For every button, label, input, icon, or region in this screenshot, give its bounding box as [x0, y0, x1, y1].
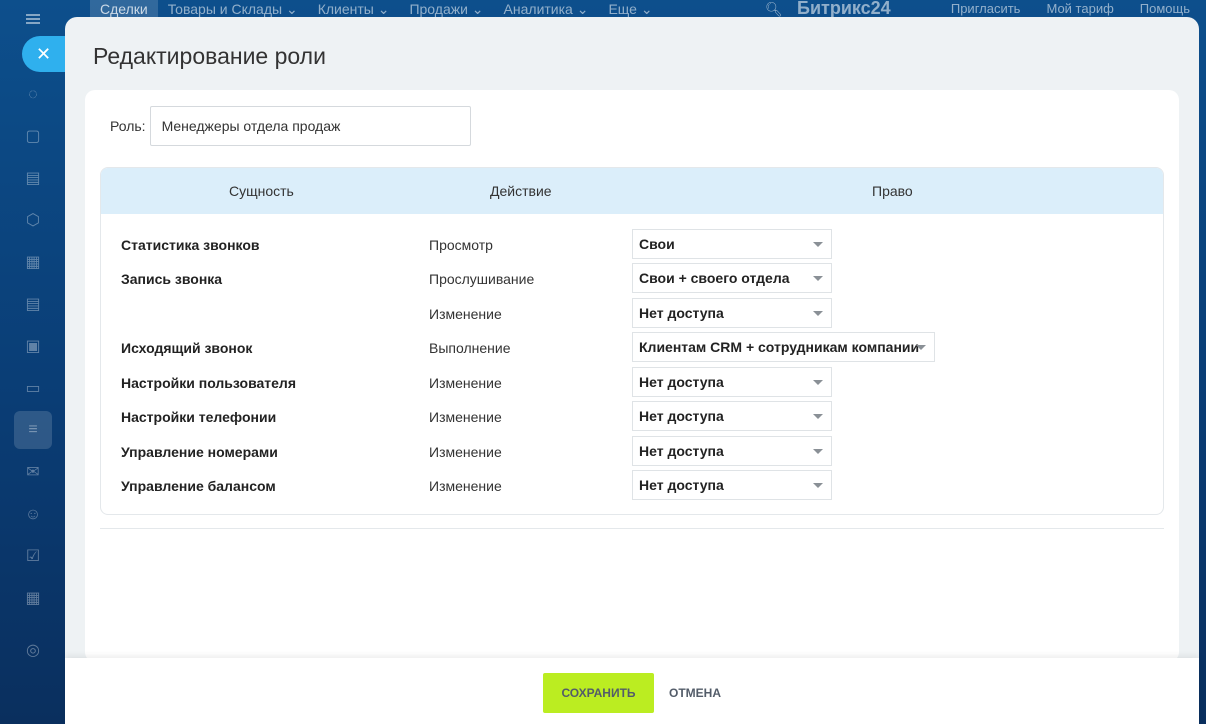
nav-analytics[interactable]: Аналитика ⌄: [494, 0, 599, 18]
right-select[interactable]: Клиентам CRM + сотрудникам компании: [632, 332, 935, 362]
nav-products[interactable]: Товары и Склады ⌄: [158, 0, 308, 18]
entity-cell: Исходящий звонок: [121, 340, 253, 356]
right-select-value: Нет доступа: [639, 477, 724, 493]
role-name-input[interactable]: [149, 106, 471, 146]
chevron-down-icon: [813, 276, 823, 281]
right-select-value: Свои: [639, 236, 675, 252]
nav-deals[interactable]: Сделки: [90, 0, 158, 18]
action-cell: Изменение: [429, 409, 502, 425]
entity-cell: Управление номерами: [121, 444, 278, 460]
role-label: Роль:: [110, 118, 146, 134]
right-select-value: Нет доступа: [639, 408, 724, 424]
right-select[interactable]: Свои + своего отдела: [632, 263, 832, 293]
entity-cell: Настройки пользователя: [121, 375, 296, 391]
chevron-down-icon: [813, 483, 823, 488]
right-select-value: Клиентам CRM + сотрудникам компании: [639, 339, 920, 355]
table-row: Настройки пользователя Изменение Нет дос…: [101, 367, 1163, 401]
invite-link[interactable]: Пригласить: [951, 0, 1021, 18]
page-title: Редактирование роли: [93, 43, 326, 69]
action-cell: Изменение: [429, 478, 502, 494]
mail-icon[interactable]: ✉: [22, 462, 44, 484]
table-row: Настройки телефонии Изменение Нет доступ…: [101, 401, 1163, 435]
table-row: Исходящий звонок Выполнение Клиентам CRM…: [101, 332, 1163, 366]
footer-bar: Сохранить Отмена: [65, 658, 1199, 724]
search-icon[interactable]: 🔍︎: [765, 0, 783, 18]
cancel-button[interactable]: Отмена: [661, 673, 729, 713]
header-action: Действие: [490, 183, 552, 199]
content-card: Роль: Сущность Действие Право Статистика…: [85, 90, 1179, 662]
entity-cell: Управление балансом: [121, 478, 276, 494]
document-icon[interactable]: ▤: [22, 168, 44, 190]
telephony-icon[interactable]: ≡: [14, 411, 52, 449]
chevron-down-icon: [916, 345, 926, 350]
right-select-value: Свои + своего отдела: [639, 270, 790, 286]
store-icon[interactable]: ▭: [22, 378, 44, 400]
tariff-link[interactable]: Мой тариф: [1046, 0, 1113, 18]
right-select[interactable]: Нет доступа: [632, 470, 832, 500]
top-bar: Сделки Товары и Склады ⌄ Клиенты ⌄ Прода…: [0, 0, 1206, 18]
entity-cell: Настройки телефонии: [121, 409, 277, 425]
entity-cell: Запись звонка: [121, 271, 223, 287]
crm-icon[interactable]: ⬡: [22, 210, 44, 232]
chevron-down-icon: [813, 449, 823, 454]
table-row: Статистика звонков Просмотр Свои: [101, 229, 1163, 263]
header-entity: Сущность: [229, 183, 294, 199]
brand-logo: Битрикс24: [797, 0, 891, 18]
nav-clients[interactable]: Клиенты ⌄: [308, 0, 400, 18]
chevron-down-icon: [813, 414, 823, 419]
right-select-value: Нет доступа: [639, 305, 724, 321]
action-cell: Изменение: [429, 444, 502, 460]
action-cell: Выполнение: [429, 340, 511, 356]
header-right: Право: [872, 183, 913, 199]
right-select[interactable]: Нет доступа: [632, 436, 832, 466]
action-cell: Прослушивание: [429, 271, 535, 287]
role-field-row: Роль:: [110, 106, 471, 146]
role-edit-slider: Редактирование роли Роль: Сущность Дейст…: [65, 17, 1199, 724]
table-header: Сущность Действие Право: [101, 168, 1163, 214]
divider: [100, 528, 1164, 529]
right-select[interactable]: Нет доступа: [632, 298, 832, 328]
right-select-value: Нет доступа: [639, 443, 724, 459]
action-cell: Изменение: [429, 306, 502, 322]
right-select-value: Нет доступа: [639, 374, 724, 390]
right-select[interactable]: Нет доступа: [632, 367, 832, 397]
nav-more[interactable]: Еще ⌄: [598, 0, 662, 18]
calendar-icon[interactable]: ▦: [22, 252, 44, 274]
entity-cell: Статистика звонков: [121, 237, 260, 253]
table-row: Управление номерами Изменение Нет доступ…: [101, 436, 1163, 470]
right-select[interactable]: Нет доступа: [632, 401, 832, 431]
left-sidebar: ✕ ◌ ▢ ▤ ⬡ ▦ ▤ ▣ ▭ ≡ ✉ ☺ ☑ ▦ ◎: [0, 0, 65, 724]
table-row: Управление балансом Изменение Нет доступ…: [101, 470, 1163, 504]
nav-sales[interactable]: Продажи ⌄: [399, 0, 493, 18]
table-row: Запись звонка Прослушивание Свои + своег…: [101, 263, 1163, 297]
chevron-down-icon: [813, 380, 823, 385]
menu-icon[interactable]: [26, 14, 40, 24]
action-cell: Изменение: [429, 375, 502, 391]
chat-icon[interactable]: ▢: [22, 126, 44, 148]
table-row: Изменение Нет доступа: [101, 298, 1163, 332]
action-cell: Просмотр: [429, 237, 493, 253]
permissions-table: Сущность Действие Право Статистика звонк…: [100, 167, 1164, 515]
board-icon[interactable]: ▣: [22, 336, 44, 358]
chevron-down-icon: [813, 311, 823, 316]
tasks-icon[interactable]: ☑: [22, 546, 44, 568]
feed-icon[interactable]: ◌: [22, 84, 44, 106]
docs-icon[interactable]: ▤: [22, 294, 44, 316]
schedule-icon[interactable]: ▦: [22, 588, 44, 610]
top-nav: Сделки Товары и Склады ⌄ Клиенты ⌄ Прода…: [90, 0, 663, 18]
right-select[interactable]: Свои: [632, 229, 832, 259]
chevron-down-icon: [813, 242, 823, 247]
help-link[interactable]: Помощь: [1140, 0, 1190, 18]
save-button[interactable]: Сохранить: [543, 673, 654, 713]
settings-icon[interactable]: ◎: [22, 640, 44, 662]
close-slider-button[interactable]: ✕: [22, 36, 65, 72]
contacts-icon[interactable]: ☺: [22, 504, 44, 526]
